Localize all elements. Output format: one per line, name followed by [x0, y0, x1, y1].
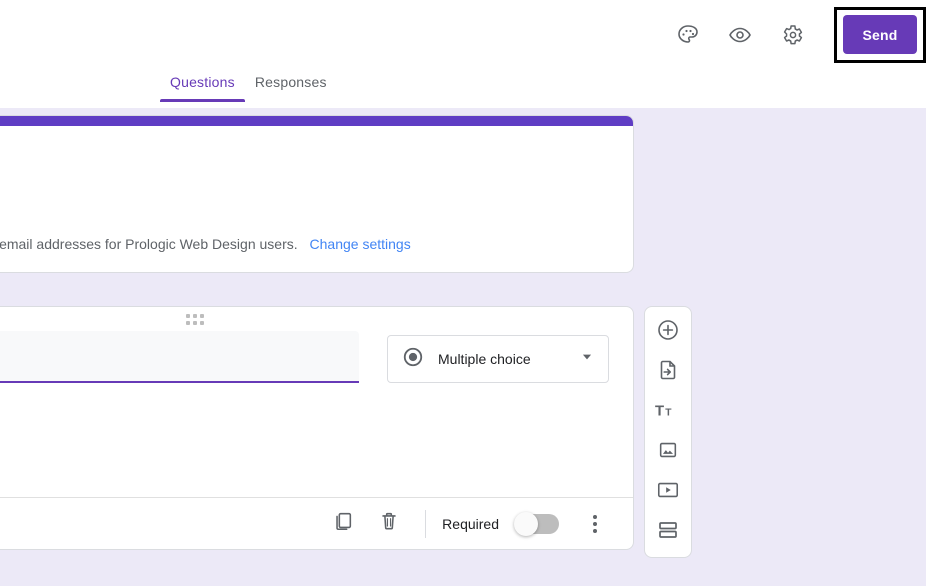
preview-eye-icon-button[interactable]	[720, 15, 760, 55]
delete-question-button[interactable]	[369, 504, 409, 544]
app-header: Send	[0, 0, 926, 70]
add-section-button[interactable]	[648, 515, 688, 549]
google-forms-editor: Send Questions Responses Untitled form T…	[0, 0, 926, 586]
form-description-field[interactable]	[0, 192, 609, 230]
form-title[interactable]: Untitled form	[0, 148, 609, 192]
import-questions-button[interactable]	[648, 355, 688, 389]
drag-handle-dots-icon	[185, 313, 204, 325]
form-header-card: Untitled form This form is automatically…	[0, 115, 634, 274]
gear-icon	[780, 23, 804, 47]
form-theme-stripe	[0, 116, 633, 126]
tab-responses[interactable]: Responses	[245, 70, 337, 102]
email-collection-note-text: This form is automatically collecting em…	[0, 236, 298, 253]
add-section-icon	[656, 519, 680, 546]
form-header-body: Untitled form This form is automatically…	[0, 126, 633, 272]
add-option-row: Add option or add "Other"	[0, 441, 609, 481]
question-title-input[interactable]: Untitled Question	[0, 331, 359, 383]
svg-text:T: T	[665, 407, 672, 418]
send-button-focus-ring: Send	[834, 7, 926, 63]
required-toggle-knob	[514, 511, 538, 536]
required-label: Required	[442, 515, 499, 532]
add-title-description-button[interactable]: T T	[648, 395, 688, 429]
add-image-button[interactable]	[648, 435, 688, 469]
option-row[interactable]: Option 1	[0, 401, 609, 441]
add-title-description-icon: T T	[655, 398, 681, 427]
question-card: Untitled Question Multiple choice	[0, 306, 634, 550]
add-image-icon	[657, 439, 679, 466]
question-header-row: Untitled Question Multiple choice	[0, 325, 633, 383]
footer-divider	[425, 509, 427, 538]
tab-questions[interactable]: Questions	[160, 70, 245, 102]
settings-gear-icon-button[interactable]	[772, 15, 812, 55]
form-canvas: Untitled form This form is automatically…	[0, 108, 926, 586]
email-collection-note: This form is automatically collecting em…	[0, 230, 609, 252]
add-item-toolbar: T T	[644, 306, 692, 558]
radio-button-icon	[402, 346, 424, 373]
palette-icon-button[interactable]	[668, 15, 708, 55]
add-video-button[interactable]	[648, 475, 688, 509]
send-button[interactable]: Send	[843, 15, 917, 54]
svg-text:T: T	[655, 403, 664, 419]
add-question-icon	[656, 318, 680, 347]
required-toggle[interactable]	[514, 511, 559, 536]
palette-icon	[676, 23, 700, 47]
question-type-dropdown[interactable]: Multiple choice	[387, 335, 609, 383]
question-drag-handle[interactable]	[0, 307, 633, 325]
add-question-button[interactable]	[648, 315, 688, 349]
trash-icon	[378, 510, 400, 537]
more-vertical-icon	[593, 514, 597, 533]
question-type-label: Multiple choice	[438, 351, 531, 367]
editor-tabs: Questions Responses	[0, 70, 926, 108]
eye-icon	[728, 23, 752, 47]
chevron-down-icon	[580, 350, 594, 369]
question-footer-toolbar: Required	[0, 497, 633, 549]
question-more-options-button[interactable]	[575, 504, 615, 544]
import-questions-icon	[656, 358, 680, 387]
duplicate-question-button[interactable]	[323, 504, 363, 544]
add-video-icon	[656, 479, 680, 506]
copy-icon	[332, 510, 354, 537]
question-options-area: Option 1 Add option or add "Other"	[0, 383, 633, 481]
header-actions: Send	[668, 7, 926, 63]
change-settings-link[interactable]: Change settings	[310, 236, 411, 252]
